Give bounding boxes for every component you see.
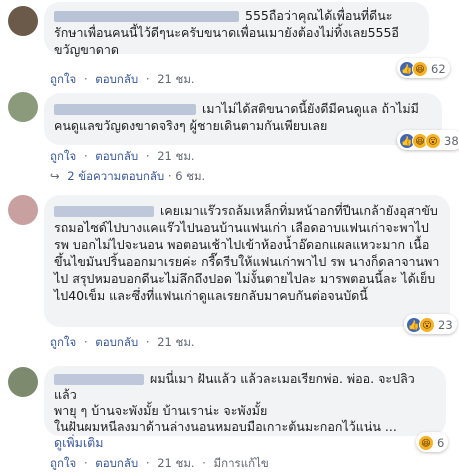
timestamp[interactable]: 21 ชม. [157,335,194,349]
comment-bubble: เคยเมาแร๊วรถล้มเหล็กทิ่มหน้าอกที่ปีนเกล้… [44,195,450,327]
comment-meta: ถูกใจ · ตอบกลับ · 21 ชม. [50,149,195,163]
reaction-summary[interactable]: 👍 😆 62 [397,58,450,78]
commenter-name-blurred[interactable] [54,206,154,217]
reaction-summary[interactable]: 👍 😆 😮 38 [397,130,459,150]
haha-reaction-icon: 😆 [418,434,434,451]
comment-text: เคยเมาแร๊วรถล้มเหล็กทิ่มหน้าอกที่ปีนเกล้… [54,203,440,303]
comment-meta: ถูกใจ · ตอบกลับ · 21 ชม. [50,72,195,86]
timestamp[interactable]: 21 ชม. [157,149,194,163]
see-more-link[interactable]: ดูเพิ่มเติม [54,435,104,450]
avatar[interactable] [8,195,38,225]
edited-label[interactable]: มีการแก้ไข [214,456,269,470]
avatar[interactable] [8,6,38,36]
comment-meta: ถูกใจ · ตอบกลับ · 21 ชม. · มีการแก้ไข [50,456,269,470]
avatar[interactable] [8,367,38,397]
commenter-name-blurred[interactable] [54,374,144,385]
comment-bubble: เมาไม่ได้สติขนาดนี้ยังดีมีคนดูแล ถ้าไม่ม… [44,93,442,145]
like-link[interactable]: ถูกใจ [50,335,76,349]
timestamp[interactable]: 21 ชม. [157,456,194,470]
comment-bubble: 555ถือว่าคุณได้เพื่อนที่ดีนะรักษาเพื่อนค… [44,2,429,57]
reply-link[interactable]: ตอบกลับ [95,456,138,470]
reply-arrow-icon: ↪ [50,169,60,183]
haha-reaction-icon: 😆 [412,60,428,77]
like-link[interactable]: ถูกใจ [50,72,76,86]
avatar[interactable] [8,92,38,122]
reaction-summary[interactable]: 👍 😮 23 [404,314,457,334]
like-link[interactable]: ถูกใจ [50,149,76,163]
comment-meta: ถูกใจ · ตอบกลับ · 21 ชม. [50,335,195,349]
wow-reaction-icon: 😮 [425,132,441,149]
comment-text-line: พายุ ๆ บ้านจะพังมั้ย บ้านเราน่ะ จะพังมั้… [54,403,268,418]
reaction-summary[interactable]: 😆 6 [416,432,449,452]
replies-count[interactable]: 2 ข้อความตอบกลับ [67,169,164,183]
wow-reaction-icon: 😮 [419,316,435,333]
reply-link[interactable]: ตอบกลับ [95,335,138,349]
reply-link[interactable]: ตอบกลับ [95,72,138,86]
comment-text-line: ในฝันผมหนีลงมาด้านล่างนอนหมอบมือเกาะต้นม… [54,419,397,434]
comment-bubble: ผมนี่เมา ฝันแล้ว แล้วละเมอเรียกพ่อ. พ่ออ… [44,366,446,450]
replies-time: 6 ชม. [175,169,206,183]
like-link[interactable]: ถูกใจ [50,456,76,470]
timestamp[interactable]: 21 ชม. [157,72,194,86]
view-replies-link[interactable]: ↪ 2 ข้อความตอบกลับ · 6 ชม. [50,168,205,186]
commenter-name-blurred[interactable] [54,11,239,22]
reply-link[interactable]: ตอบกลับ [95,149,138,163]
commenter-name-blurred[interactable] [54,104,196,115]
